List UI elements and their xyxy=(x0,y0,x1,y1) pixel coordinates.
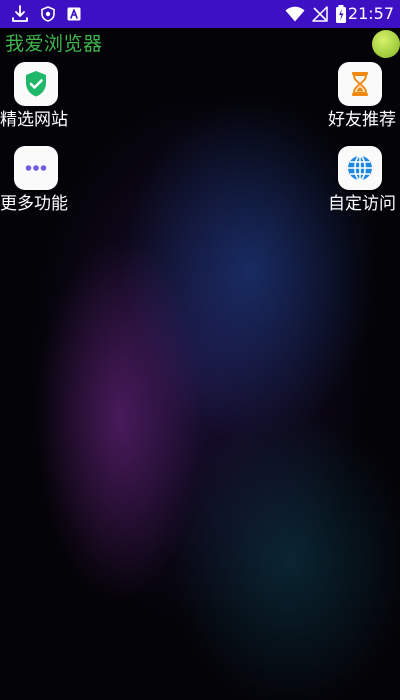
tile-label: 精选网站 xyxy=(0,110,68,130)
tile-more-features[interactable]: 更多功能 xyxy=(0,146,80,228)
status-indicator-dot[interactable] xyxy=(372,30,400,58)
tile-custom-visit[interactable]: 自定访问 xyxy=(324,146,400,228)
font-a-icon xyxy=(64,4,84,24)
wifi-icon xyxy=(284,4,306,24)
tile-featured-sites[interactable]: 精选网站 xyxy=(0,62,80,144)
hourglass-icon xyxy=(338,62,382,106)
home-screen: 21:57 我爱浏览器 精选网站 好友推荐 更多功能 自定访问 xyxy=(0,0,400,700)
globe-icon xyxy=(338,146,382,190)
no-signal-icon xyxy=(310,4,330,24)
more-dots-icon xyxy=(14,146,58,190)
tile-label: 自定访问 xyxy=(328,194,396,214)
status-bar: 21:57 xyxy=(0,0,400,28)
tile-label: 好友推荐 xyxy=(328,110,396,130)
shield-check-icon xyxy=(14,62,58,106)
tile-label: 更多功能 xyxy=(0,194,68,214)
tile-friend-recommend[interactable]: 好友推荐 xyxy=(324,62,400,144)
status-time: 21:57 xyxy=(347,4,394,23)
shield-icon xyxy=(38,4,58,24)
download-icon xyxy=(10,4,30,24)
battery-icon xyxy=(334,4,348,24)
app-title: 我爱浏览器 xyxy=(5,33,103,55)
